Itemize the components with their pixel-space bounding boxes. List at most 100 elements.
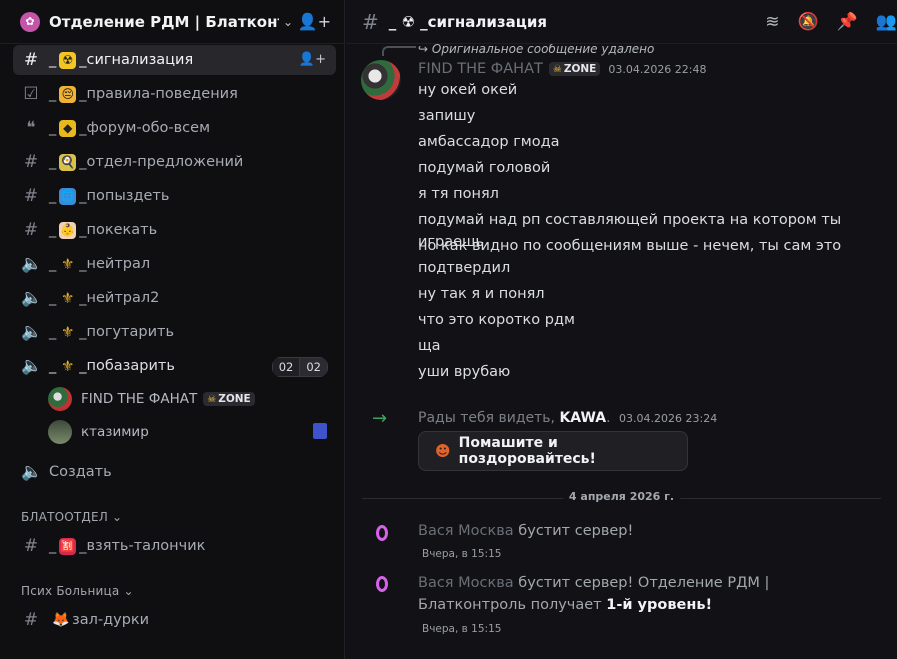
join-user[interactable]: KAWA xyxy=(559,410,606,426)
avatar[interactable] xyxy=(361,60,401,100)
boost-message: Вася Москва бустит сервер! xyxy=(418,520,868,542)
boost-user[interactable]: Вася Москва xyxy=(418,575,514,591)
notification-muted-icon[interactable]: 🔕 xyxy=(797,12,818,32)
invite-people-icon[interactable]: 👤+ xyxy=(298,12,331,31)
channel-sidebar: ✿ Отделение РДМ | Блатконтроль ⌄ 👤+ # _ … xyxy=(0,0,345,659)
channel-prefix: _ xyxy=(49,52,57,68)
channel-label: _форум-обо-всем xyxy=(79,120,211,136)
message-author[interactable]: FIND THE ФАНАТ xyxy=(418,61,543,77)
channel-signalizatsiya[interactable]: # _ ☢ _сигнализация 👤+ xyxy=(13,45,336,75)
voice-user-limit: 02 xyxy=(300,357,328,377)
voice-user-name: FIND THE ФАНАТ xyxy=(81,391,198,407)
message-line: я тя понял xyxy=(418,186,499,202)
boost-user[interactable]: Вася Москва xyxy=(418,523,514,539)
join-text: Рады тебя видеть, xyxy=(418,410,560,426)
voice-channel-icon: 🔈 xyxy=(21,322,43,342)
join-arrow-icon: → xyxy=(372,408,388,429)
rules-channel-icon: ☑ xyxy=(23,84,39,104)
channel-label: _погутарить xyxy=(79,324,175,340)
channel-pobazarit[interactable]: 🔈 _ ⚜ _побазарить 02 02 xyxy=(13,351,336,381)
skull-icon: ☠ xyxy=(207,393,217,405)
channel-prefix: _ xyxy=(49,358,57,374)
voice-user-count-badge: 02 02 xyxy=(271,357,328,377)
member-list-icon[interactable]: 👥 xyxy=(876,12,897,32)
channel-label: _отдел-предложений xyxy=(79,154,244,170)
cut-emoji-icon: 🈹 xyxy=(59,537,77,555)
channel-prefix: _ xyxy=(49,290,57,306)
wave-sticker-icon: ☻ xyxy=(435,442,451,460)
reply-connector xyxy=(382,46,416,56)
category-psikh-bolnitsa[interactable]: Псих Больница ⌄ xyxy=(21,584,134,598)
skull-icon: ☠ xyxy=(552,63,562,75)
fleur-de-lis-emoji-icon: ⚜ xyxy=(61,254,75,273)
category-blatootdel[interactable]: БЛАТООТДЕЛ ⌄ xyxy=(21,510,122,524)
message-timestamp: Вчера, в 15:15 xyxy=(422,623,502,635)
create-label: Создать xyxy=(49,464,112,480)
server-tag-badge: ☠ ZONE xyxy=(548,62,601,76)
fleur-de-lis-emoji-icon: ⚜ xyxy=(61,356,75,375)
text-channel-icon: # xyxy=(23,536,39,556)
channel-prefix: _ xyxy=(49,538,57,554)
chevron-down-icon: ⌄ xyxy=(112,510,123,524)
chevron-down-icon: ⌄ xyxy=(283,14,294,29)
channel-neytral[interactable]: 🔈 _ ⚜ _нейтрал xyxy=(13,249,336,279)
voice-channel-icon: 🔈 xyxy=(21,254,43,274)
text-thread-channel-icon: # xyxy=(362,9,379,34)
boost-gem-icon xyxy=(376,576,388,592)
reply-preview[interactable]: ↪ Оригинальное сообщение удалено xyxy=(418,44,654,56)
channel-prefix: _ xyxy=(49,86,57,102)
channel-label: _нейтрал2 xyxy=(79,290,160,306)
server-tag-label: ZONE xyxy=(218,393,251,405)
voice-user-ktazimir[interactable]: ктазимир xyxy=(48,419,333,445)
boost-gem-icon xyxy=(376,525,388,541)
message-timestamp: 03.04.2026 23:24 xyxy=(619,412,718,425)
reply-text: Оригинальное сообщение удалено xyxy=(431,44,655,56)
message-header: FIND THE ФАНАТ ☠ ZONE 03.04.2026 22:48 xyxy=(418,61,707,77)
wave-button-label: Помашите и поздоровайтесь! xyxy=(458,435,596,467)
channel-label: зал-дурки xyxy=(72,612,150,628)
message-list[interactable]: ↪ Оригинальное сообщение удалено FIND TH… xyxy=(346,44,897,659)
channel-zal-durki[interactable]: # 🦊 зал-дурки xyxy=(13,605,336,635)
voice-user-count: 02 xyxy=(271,357,301,377)
voice-user-find-the-fanat[interactable]: FIND THE ФАНАТ ☠ ZONE xyxy=(48,386,333,412)
channel-prefix: _ xyxy=(49,154,57,170)
threads-icon[interactable]: ≋ xyxy=(765,12,779,32)
channel-forum[interactable]: ❝ _ ◆ _форум-обо-всем xyxy=(13,113,336,143)
chat-main: # _ ☢ _сигнализация ≋ 🔕 📌 👥 ↪ Оригинальн… xyxy=(346,0,897,659)
avatar xyxy=(48,387,72,411)
channel-vzyat-talonchik[interactable]: # _ 🈹 _взять-талончик xyxy=(13,531,336,561)
channel-pogutarit[interactable]: 🔈 _ ⚜ _погутарить xyxy=(13,317,336,347)
server-icon: ✿ xyxy=(20,11,40,32)
channel-pravila[interactable]: ☑ _ 😔 _правила-поведения xyxy=(13,79,336,109)
message-line: ну окей окей xyxy=(418,82,518,98)
server-tag-label: ZONE xyxy=(563,63,597,75)
text-thread-channel-icon: # xyxy=(23,186,39,206)
message-line: запишу xyxy=(418,108,476,124)
pin-icon[interactable]: 📌 xyxy=(837,12,858,32)
server-header[interactable]: ✿ Отделение РДМ | Блатконтроль ⌄ 👤+ xyxy=(0,0,345,44)
message-line: ща xyxy=(418,338,441,354)
create-channel[interactable]: 🔈 Создать xyxy=(13,457,336,487)
message-line: но как видно по сообщениям выше - нечем,… xyxy=(418,238,842,276)
channel-label: _сигнализация xyxy=(79,52,194,68)
wave-button[interactable]: ☻ Помашите и поздоровайтесь! xyxy=(418,431,688,471)
warning-sign-emoji-icon: ◆ xyxy=(59,119,77,137)
channel-neytral2[interactable]: 🔈 _ ⚜ _нейтрал2 xyxy=(13,283,336,313)
chevron-down-icon: ⌄ xyxy=(123,584,134,598)
channel-topbar: # _ ☢ _сигнализация ≋ 🔕 📌 👥 xyxy=(346,0,897,44)
voice-channel-active-icon: 🔈 xyxy=(21,356,43,376)
channel-otdel-predlozheniy[interactable]: # _ 🍳 _отдел-предложений xyxy=(13,147,336,177)
text-thread-channel-icon: # xyxy=(23,220,39,240)
channel-popyzdet[interactable]: # _ 🌐 _попыздеть xyxy=(13,181,336,211)
date-divider-label: 4 апреля 2026 г. xyxy=(562,490,681,503)
invite-to-channel-icon[interactable]: 👤+ xyxy=(299,52,326,67)
channel-prefix: _ xyxy=(49,256,57,272)
message-timestamp: Вчера, в 15:15 xyxy=(422,548,502,560)
channel-label: _покекать xyxy=(79,222,158,238)
egg-emoji-icon: 🍳 xyxy=(59,153,77,171)
forum-channel-icon: ❝ xyxy=(26,118,36,138)
channel-label: _нейтрал xyxy=(79,256,151,272)
channel-pokekat[interactable]: # _ 👶 _покекать xyxy=(13,215,336,245)
channel-title: _ ☢ _сигнализация xyxy=(388,12,547,31)
server-tag-badge: ☠ ZONE xyxy=(203,392,255,406)
